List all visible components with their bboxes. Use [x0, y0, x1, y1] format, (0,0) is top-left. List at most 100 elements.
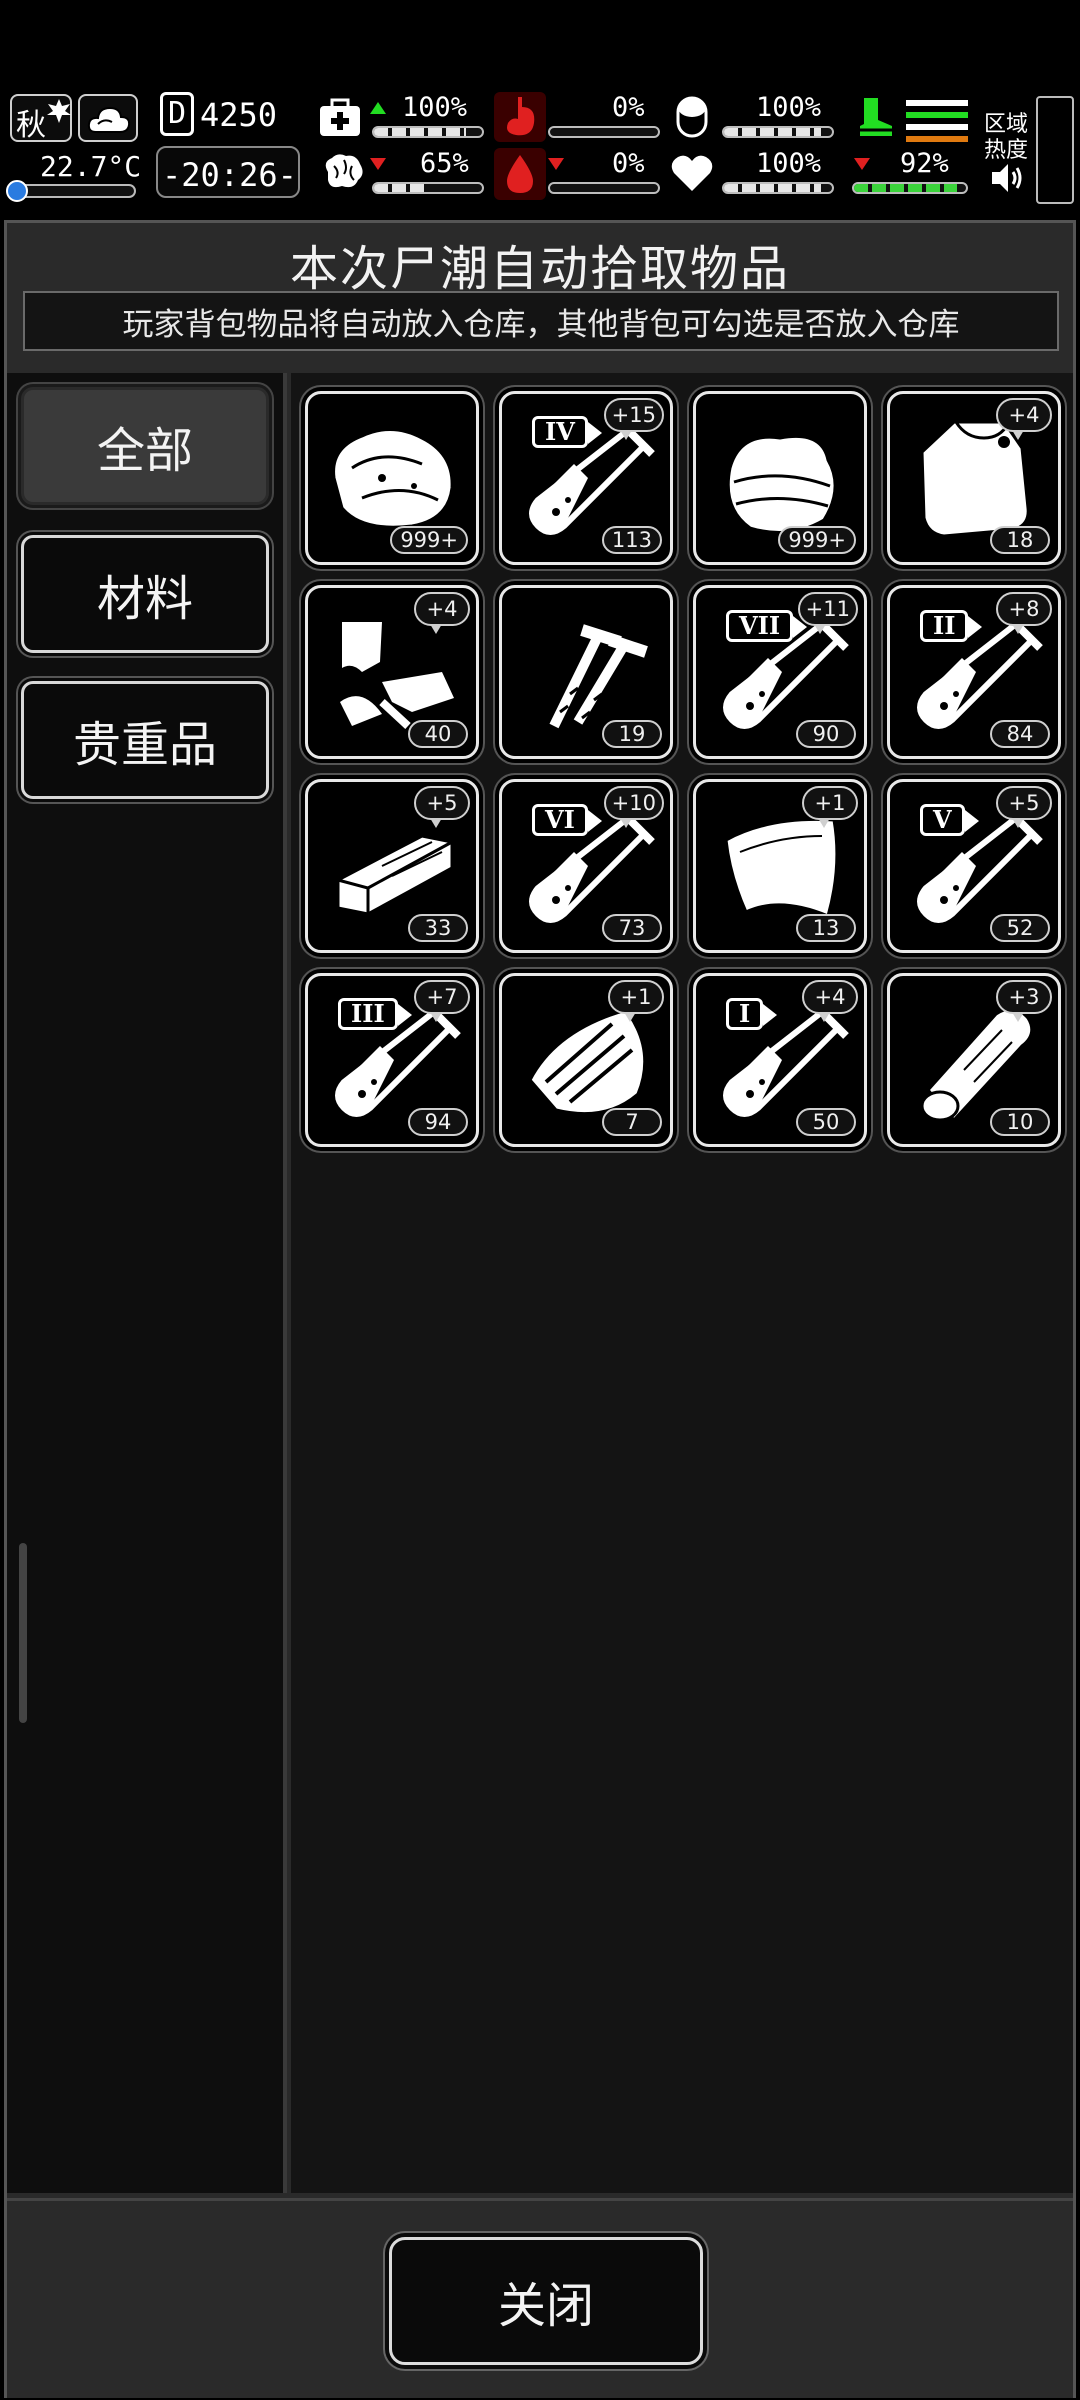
season-box: 秋: [10, 94, 72, 143]
tier-badge: I: [726, 998, 778, 1030]
clock-readout: -20:26-: [162, 156, 297, 194]
stomach-bar: [548, 126, 660, 138]
brain-trend-down-icon: [370, 158, 386, 170]
tier-badge: VII: [726, 610, 808, 642]
speaker-icon[interactable]: [990, 162, 1026, 194]
zone-heat-gauge: [1036, 96, 1074, 204]
tab-materials-label: 材料: [96, 571, 193, 627]
weather-box: [78, 94, 138, 142]
tab-all-label: 全部: [96, 423, 193, 479]
panel-subtitle: 玩家背包物品将自动放入仓库，其他背包可勾选是否放入仓库: [23, 291, 1059, 351]
leg-value: 92%: [900, 148, 949, 179]
pill-value: 100%: [756, 92, 822, 123]
item-count: 19: [602, 720, 662, 748]
panel-title: 本次尸潮自动拾取物品: [289, 241, 790, 297]
panel-footer: 关闭: [7, 2198, 1073, 2398]
item-count: 84: [990, 720, 1050, 748]
item-count: 52: [990, 914, 1050, 942]
bonus-badge: +4: [996, 398, 1052, 440]
tier-badge: II: [920, 610, 984, 642]
close-button-label: 关闭: [497, 2278, 594, 2334]
item-slot[interactable]: +3 10: [887, 973, 1061, 1147]
item-slot[interactable]: VII +11 90: [693, 585, 867, 759]
tier-badge: VI: [532, 804, 602, 836]
heart-bar: [722, 182, 834, 194]
item-slot[interactable]: +1 13: [693, 779, 867, 953]
item-slot[interactable]: 19: [499, 585, 673, 759]
bonus-badge: +10: [603, 786, 664, 828]
bonus-badge: +3: [996, 980, 1052, 1022]
leg-trend-down-icon: [854, 158, 870, 170]
stomach-icon: [494, 92, 546, 142]
item-grid: 999+ IV +15 113 999+ +4 18 +4 40 19 VII +11 90 II +8 84…: [291, 373, 1073, 2193]
blood-bar: [548, 182, 660, 194]
bonus-badge: +15: [603, 398, 664, 440]
item-count: 999+: [390, 526, 468, 554]
tab-valuables-label: 贵重品: [72, 717, 217, 773]
thermometer-icon: [6, 180, 28, 202]
stamina-stripe-1: [906, 100, 968, 106]
item-slot[interactable]: 999+: [305, 391, 479, 565]
item-count: 50: [796, 1108, 856, 1136]
leg-bar: [852, 182, 968, 194]
bonus-badge: +5: [414, 786, 470, 828]
close-button[interactable]: 关闭: [389, 2237, 703, 2365]
day-counter: D 4250: [160, 92, 280, 138]
item-count: 40: [408, 720, 468, 748]
item-count: 90: [796, 720, 856, 748]
bonus-badge: +11: [797, 592, 858, 634]
day-number: 4250: [200, 96, 278, 134]
item-slot[interactable]: V +5 52: [887, 779, 1061, 953]
brain-value: 65%: [420, 148, 469, 179]
maple-leaf-icon: [47, 99, 71, 123]
heart-icon: [668, 150, 716, 196]
item-count: 94: [408, 1108, 468, 1136]
bonus-badge: +4: [414, 592, 470, 634]
item-slot[interactable]: +4 18: [887, 391, 1061, 565]
item-slot[interactable]: II +8 84: [887, 585, 1061, 759]
stamina-stripe-4: [906, 136, 968, 142]
tab-all[interactable]: 全部: [21, 387, 269, 505]
first-aid-icon: [318, 96, 362, 140]
item-slot[interactable]: +4 40: [305, 585, 479, 759]
blood-trend-down-icon: [548, 158, 564, 170]
sidebar-scrollbar[interactable]: [19, 1543, 27, 1723]
item-count: 13: [796, 914, 856, 942]
cloud-icon: [87, 106, 131, 133]
day-prefix: D: [160, 92, 194, 136]
tab-valuables[interactable]: 贵重品: [21, 681, 269, 799]
health-bar: [372, 126, 484, 138]
item-count: 113: [601, 526, 662, 554]
clock-box: -20:26-: [156, 146, 300, 198]
heart-value: 100%: [756, 148, 822, 179]
season-label: 秋: [16, 108, 46, 143]
boot-icon: [852, 94, 900, 140]
item-count: 10: [990, 1108, 1050, 1136]
stamina-stripe-3: [906, 124, 968, 130]
pill-bar: [722, 126, 834, 138]
bonus-badge: +7: [414, 980, 470, 1022]
item-slot[interactable]: +1 7: [499, 973, 673, 1147]
item-slot[interactable]: +5 33: [305, 779, 479, 953]
tier-badge: III: [338, 998, 412, 1030]
category-sidebar: 全部 材料 贵重品: [7, 373, 287, 2193]
brain-bar: [372, 182, 484, 194]
item-slot[interactable]: VI +10 73: [499, 779, 673, 953]
auto-pickup-panel: 本次尸潮自动拾取物品 玩家背包物品将自动放入仓库，其他背包可勾选是否放入仓库 全…: [4, 220, 1076, 2398]
tier-badge: IV: [532, 416, 602, 448]
item-slot[interactable]: IV +15 113: [499, 391, 673, 565]
item-slot[interactable]: III +7 94: [305, 973, 479, 1147]
bonus-badge: +8: [996, 592, 1052, 634]
item-slot[interactable]: 999+: [693, 391, 867, 565]
pill-icon: [670, 94, 714, 140]
item-count: 18: [990, 526, 1050, 554]
health-value: 100%: [402, 92, 468, 123]
bonus-badge: +1: [608, 980, 664, 1022]
item-slot[interactable]: I +4 50: [693, 973, 867, 1147]
brain-icon: [318, 150, 368, 194]
bonus-badge: +5: [996, 786, 1052, 828]
stamina-stripe-2: [906, 112, 968, 118]
tab-materials[interactable]: 材料: [21, 535, 269, 653]
blood-drop-icon: [494, 148, 546, 200]
temperature-readout: 22.7°C: [40, 150, 142, 183]
